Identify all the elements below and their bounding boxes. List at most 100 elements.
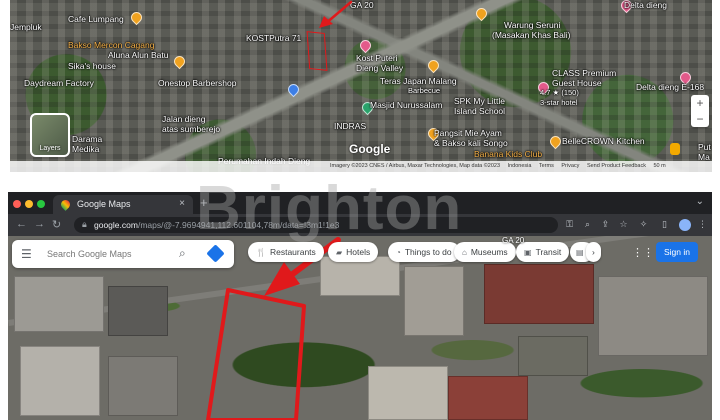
place-label[interactable]: Delta dieng E-168 xyxy=(636,82,704,92)
satellite-map-zoomed[interactable]: ☰ Search Google Maps ⌕ 🍴 Restaurants ▰ Hot… xyxy=(8,236,712,420)
screenshot-composite: Cafe Lumpang Bakso Mercon Cagang Aluna A… xyxy=(0,0,720,420)
building-roof xyxy=(518,336,588,376)
google-logo: Google xyxy=(349,142,391,156)
place-label[interactable]: Delta dieng xyxy=(624,0,667,10)
hamburger-menu-icon[interactable]: ☰ xyxy=(21,247,32,261)
place-label[interactable]: Dieng Valley xyxy=(356,63,403,73)
map-attribution-bar: Imagery ©2023 CNES / Airbus, Maxar Techn… xyxy=(10,161,712,172)
place-label[interactable]: Guest House xyxy=(552,78,602,88)
place-label[interactable]: SPK My Little xyxy=(454,96,505,106)
forward-icon[interactable]: → xyxy=(34,218,45,230)
place-label[interactable]: KOSTPutra 71 xyxy=(246,33,301,43)
place-label[interactable]: Teras Japan Malang xyxy=(380,76,457,86)
more-menu-icon[interactable]: ⋮ xyxy=(697,219,708,230)
place-label[interactable]: Banana Kids Club xyxy=(474,149,542,159)
sidebar-icon[interactable]: ▯ xyxy=(659,219,670,230)
place-label[interactable]: Onestop Barbershop xyxy=(158,78,236,88)
chip-restaurants[interactable]: 🍴 Restaurants xyxy=(248,242,324,262)
place-label[interactable]: 3-star hotel xyxy=(540,98,578,108)
sign-in-button[interactable]: Sign in xyxy=(656,242,698,262)
place-label[interactable]: INDRAS xyxy=(334,121,366,131)
hotel-icon: ▰ xyxy=(336,248,343,257)
building-roof xyxy=(20,346,100,416)
place-label[interactable]: Medika xyxy=(72,144,99,154)
lock-icon[interactable]: 🔒︎ xyxy=(82,219,87,230)
google-apps-icon[interactable]: ⋮⋮ xyxy=(632,247,654,259)
place-label[interactable]: Darama xyxy=(72,134,102,144)
chip-transit[interactable]: ▣ Transit xyxy=(516,242,570,262)
place-label[interactable]: Pangsit Mie Ayam xyxy=(434,128,502,138)
chips-more-button[interactable]: › xyxy=(586,242,601,262)
star-icon[interactable]: ☆ xyxy=(618,219,629,230)
place-label[interactable]: Warung Seruni xyxy=(504,20,560,30)
maximize-window-icon[interactable] xyxy=(37,200,45,208)
search-input[interactable]: Search Google Maps xyxy=(47,249,132,259)
reload-icon[interactable]: ↻ xyxy=(52,218,61,231)
place-label[interactable]: Kost Puteri xyxy=(356,53,398,63)
place-label[interactable]: Cafe Lumpang xyxy=(68,14,124,24)
building-roof xyxy=(598,276,708,356)
chip-label: Transit xyxy=(535,247,562,257)
profile-avatar[interactable] xyxy=(679,219,691,231)
layers-button[interactable]: Layers xyxy=(30,113,70,157)
chip-label: Museums xyxy=(470,247,508,257)
tab-search-icon[interactable]: ⌄ xyxy=(696,196,704,207)
chip-museums[interactable]: ⌂ Museums xyxy=(454,242,516,262)
place-label[interactable]: & Bakso kali Songo xyxy=(434,138,508,148)
street-view-pegman-icon[interactable] xyxy=(670,143,680,155)
attribution-terms[interactable]: Terms xyxy=(539,163,554,169)
place-label[interactable]: Daydream Factory xyxy=(24,78,94,88)
chip-things-to-do[interactable]: ◔ Things to do xyxy=(388,242,460,262)
place-label[interactable]: Masjid Nurussalam xyxy=(370,100,442,110)
maps-favicon-icon xyxy=(59,198,72,211)
search-icon[interactable]: ⌕ xyxy=(179,246,186,261)
attribution-imagery: Imagery ©2023 CNES / Airbus, Maxar Techn… xyxy=(330,163,501,169)
attribution-feedback[interactable]: Send Product Feedback xyxy=(587,163,646,169)
directions-icon[interactable] xyxy=(206,244,225,263)
building-roof xyxy=(448,376,528,420)
place-label[interactable]: atas sumberejo xyxy=(162,124,220,134)
place-label[interactable]: Jalan dieng xyxy=(162,114,205,124)
chip-hotels[interactable]: ▰ Hotels xyxy=(328,242,379,262)
plot-boundary-marker xyxy=(306,31,328,71)
place-label[interactable]: Jempluk xyxy=(10,22,42,32)
address-bar[interactable]: 🔒︎ google.com/maps/@-7.9694941,112.60110… xyxy=(74,217,558,233)
place-label[interactable]: CLASS Premium xyxy=(552,68,616,78)
url-text: google.com/maps/@-7.9694941,112.601104,7… xyxy=(94,220,339,230)
new-tab-icon[interactable]: + xyxy=(200,195,208,210)
extensions-icon[interactable]: ✧ xyxy=(638,219,649,230)
building-roof xyxy=(14,276,104,332)
zoom-in-icon[interactable]: + xyxy=(691,95,709,111)
place-label[interactable]: Sika's house xyxy=(68,61,116,71)
satellite-map-overview[interactable]: Cafe Lumpang Bakso Mercon Cagang Aluna A… xyxy=(10,0,712,172)
url-host: google.com xyxy=(94,220,138,230)
search-icon[interactable]: ⌕ xyxy=(582,219,593,230)
tab-close-icon[interactable]: × xyxy=(179,198,185,209)
maps-search-box[interactable]: ☰ Search Google Maps ⌕ xyxy=(12,240,234,268)
building-roof xyxy=(484,264,594,324)
place-label[interactable]: (Masakan Khas Bali) xyxy=(492,30,570,40)
place-label[interactable]: GA 20 xyxy=(502,236,524,245)
place-label[interactable]: Island School xyxy=(454,106,505,116)
attribution-privacy[interactable]: Privacy xyxy=(561,163,579,169)
share-icon[interactable]: ⇪ xyxy=(600,219,611,230)
pharmacy-icon: ▤ xyxy=(576,248,584,257)
place-label[interactable]: Aluna Alun Batu xyxy=(108,50,169,60)
close-window-icon[interactable] xyxy=(13,200,21,208)
tab-google-maps[interactable]: Google Maps × xyxy=(53,195,193,214)
place-label[interactable]: Barbecue xyxy=(408,86,440,96)
place-label[interactable]: Bakso Mercon Cagang xyxy=(68,40,154,50)
attribution-region: Indonesia xyxy=(507,163,532,169)
transit-icon: ▣ xyxy=(524,248,532,257)
place-label[interactable]: Put xyxy=(698,142,711,152)
red-arrow-icon xyxy=(319,0,353,28)
minimize-window-icon[interactable] xyxy=(25,200,33,208)
building-roof xyxy=(108,356,178,416)
place-label[interactable]: 4.7 ★ (150) xyxy=(540,88,579,98)
key-icon[interactable]: ⚿ xyxy=(564,219,575,230)
place-label[interactable]: BelleCROWN Kitchen xyxy=(562,136,645,146)
zoom-out-icon[interactable]: − xyxy=(691,111,709,127)
chip-label: Hotels xyxy=(346,247,371,257)
back-icon[interactable]: ← xyxy=(16,218,27,230)
tab-title: Google Maps xyxy=(77,199,131,209)
